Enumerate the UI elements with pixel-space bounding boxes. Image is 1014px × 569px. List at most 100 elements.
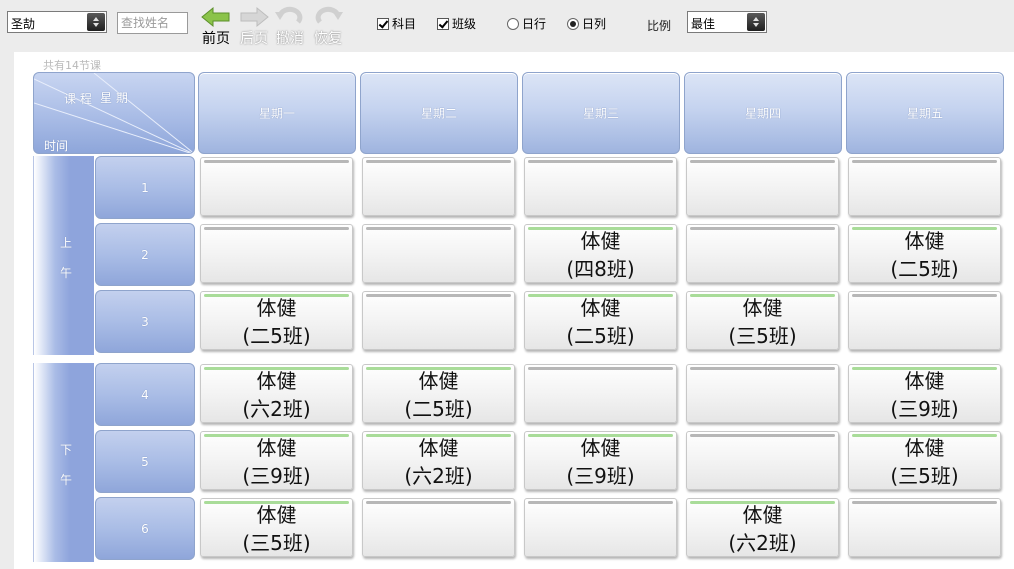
timetable-cell[interactable] bbox=[362, 157, 515, 216]
day-row-radio-label: 日行 bbox=[522, 17, 547, 31]
undo-button[interactable]: 撤消 bbox=[270, 4, 310, 47]
search-input[interactable] bbox=[117, 12, 188, 34]
arrow-right-icon bbox=[240, 6, 269, 28]
day-header[interactable]: 星期二 bbox=[360, 72, 518, 154]
period-header[interactable]: 2 bbox=[95, 223, 195, 286]
timetable-cell[interactable]: 体健 (六2班) bbox=[200, 364, 353, 423]
day-header[interactable]: 星期四 bbox=[684, 72, 842, 154]
day-header[interactable]: 星期三 bbox=[522, 72, 680, 154]
period-header[interactable]: 1 bbox=[95, 156, 195, 219]
next-page-label: 后页 bbox=[240, 31, 268, 47]
cell-subject: 体健 bbox=[580, 229, 621, 253]
timetable-cell[interactable] bbox=[200, 224, 353, 283]
cell-class: (六2班) bbox=[242, 397, 311, 421]
cell-class: (三5班) bbox=[728, 324, 797, 348]
period-number: 5 bbox=[141, 454, 149, 469]
afternoon-band: 下 午 bbox=[33, 363, 94, 562]
cell-class: (三9班) bbox=[242, 464, 311, 488]
radio-unselected-icon[interactable] bbox=[507, 17, 519, 30]
timetable-cell[interactable]: 体健 (六2班) bbox=[362, 431, 515, 490]
ratio-select[interactable]: 最佳 bbox=[687, 11, 767, 33]
day-header-label: 星期一 bbox=[258, 106, 295, 121]
cell-status-bar bbox=[852, 160, 997, 163]
cell-class: (六2班) bbox=[728, 531, 797, 555]
morning-label-2: 午 bbox=[60, 266, 73, 280]
timetable-cell[interactable] bbox=[362, 498, 515, 557]
teacher-select[interactable]: 圣劼 bbox=[7, 11, 107, 33]
timetable-cell[interactable]: 体健 (三5班) bbox=[686, 291, 839, 350]
cell-subject: 体健 bbox=[742, 296, 783, 320]
cell-status-bar bbox=[528, 367, 673, 370]
radio-selected-icon[interactable] bbox=[567, 17, 579, 30]
timetable-cell[interactable] bbox=[848, 291, 1001, 350]
prev-page-button[interactable]: 前页 bbox=[196, 4, 236, 47]
day-header-label: 星期三 bbox=[582, 106, 619, 121]
period-number: 2 bbox=[141, 247, 149, 262]
timetable-cell[interactable] bbox=[686, 157, 839, 216]
redo-label: 恢复 bbox=[314, 31, 342, 47]
period-header[interactable]: 6 bbox=[95, 497, 195, 560]
timetable-cell[interactable]: 体健 (三9班) bbox=[848, 364, 1001, 423]
toolbar: 圣劼 前页 后页 撤消 恢复 科目 班级 bbox=[0, 0, 1014, 50]
period-header[interactable]: 4 bbox=[95, 363, 195, 426]
class-checkbox[interactable]: 班级 bbox=[437, 15, 476, 32]
timetable-cell[interactable] bbox=[362, 291, 515, 350]
timetable-cell[interactable] bbox=[686, 224, 839, 283]
cell-class: (三9班) bbox=[566, 464, 635, 488]
timetable-cell[interactable]: 体健 (三9班) bbox=[200, 431, 353, 490]
cell-subject: 体健 bbox=[580, 436, 621, 460]
cell-status-bar bbox=[690, 434, 835, 437]
checkbox-checked-icon[interactable] bbox=[437, 17, 449, 30]
ratio-select-value: 最佳 bbox=[691, 17, 716, 31]
timetable-cell[interactable]: 体健 (三9班) bbox=[524, 431, 677, 490]
timetable-cell[interactable]: 体健 (二5班) bbox=[848, 224, 1001, 283]
cell-class: (二5班) bbox=[890, 257, 959, 281]
afternoon-label-2: 午 bbox=[60, 473, 73, 487]
timetable-cell[interactable] bbox=[362, 224, 515, 283]
timetable-cell[interactable] bbox=[848, 157, 1001, 216]
subject-checkbox[interactable]: 科目 bbox=[377, 15, 416, 32]
timetable-cell[interactable]: 体健 (二5班) bbox=[524, 291, 677, 350]
timetable-cell[interactable] bbox=[686, 431, 839, 490]
cell-subject: 体健 bbox=[904, 436, 945, 460]
cell-class: (六2班) bbox=[404, 464, 473, 488]
redo-button[interactable]: 恢复 bbox=[308, 4, 348, 47]
cell-class: (二5班) bbox=[566, 324, 635, 348]
spin-arrows-icon[interactable] bbox=[87, 13, 105, 31]
timetable-corner-header: 课 程 星 期 时间 bbox=[33, 72, 195, 154]
day-header[interactable]: 星期五 bbox=[846, 72, 1004, 154]
timetable-cell[interactable] bbox=[686, 364, 839, 423]
timetable-cell[interactable]: 体健 (四8班) bbox=[524, 224, 677, 283]
timetable-cell[interactable]: 体健 (二5班) bbox=[200, 291, 353, 350]
undo-icon bbox=[275, 6, 303, 24]
teacher-select-value: 圣劼 bbox=[11, 17, 36, 31]
timetable-cell[interactable] bbox=[848, 498, 1001, 557]
timetable-cell[interactable]: 体健 (六2班) bbox=[686, 498, 839, 557]
cell-status-bar bbox=[366, 227, 511, 230]
timetable-cell[interactable]: 体健 (三5班) bbox=[848, 431, 1001, 490]
timetable-cell[interactable]: 体健 (三5班) bbox=[200, 498, 353, 557]
morning-label-1: 上 bbox=[60, 236, 73, 250]
timetable-cell[interactable]: 体健 (二5班) bbox=[362, 364, 515, 423]
cell-subject: 体健 bbox=[256, 436, 297, 460]
timetable-cell[interactable] bbox=[200, 157, 353, 216]
timetable-cell[interactable] bbox=[524, 498, 677, 557]
next-page-button[interactable]: 后页 bbox=[234, 4, 274, 47]
day-header[interactable]: 星期一 bbox=[198, 72, 356, 154]
timetable-cell[interactable] bbox=[524, 157, 677, 216]
cell-class: (三5班) bbox=[242, 531, 311, 555]
spin-arrows-icon[interactable] bbox=[747, 13, 765, 31]
day-col-radio[interactable]: 日列 bbox=[567, 15, 606, 32]
day-row-radio[interactable]: 日行 bbox=[507, 15, 546, 32]
period-header[interactable]: 3 bbox=[95, 290, 195, 353]
cell-status-bar bbox=[366, 501, 511, 504]
ratio-label: 比例 bbox=[647, 19, 672, 33]
period-number: 1 bbox=[141, 180, 149, 195]
cell-subject: 体健 bbox=[904, 369, 945, 393]
corner-time-label: 时间 bbox=[44, 139, 69, 153]
timetable-cell[interactable] bbox=[524, 364, 677, 423]
cell-subject: 体健 bbox=[256, 369, 297, 393]
checkbox-checked-icon[interactable] bbox=[377, 17, 389, 30]
period-header[interactable]: 5 bbox=[95, 430, 195, 493]
cell-class: (二5班) bbox=[404, 397, 473, 421]
